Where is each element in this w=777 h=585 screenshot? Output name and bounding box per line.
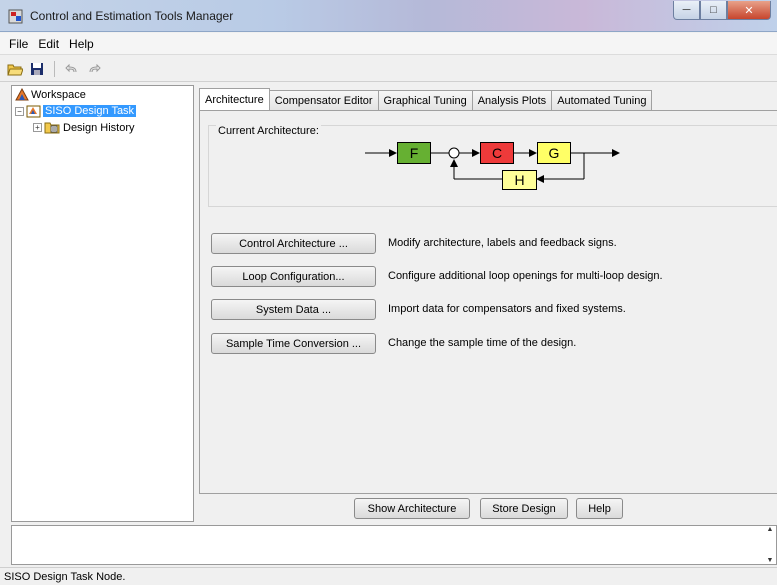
tab-architecture[interactable]: Architecture (199, 88, 270, 110)
menu-file[interactable]: File (4, 37, 33, 51)
undo-button[interactable] (63, 60, 81, 78)
minimize-button[interactable]: ─ (673, 1, 700, 20)
redo-button[interactable] (85, 60, 103, 78)
close-icon: ✕ (744, 4, 754, 17)
system-data-button[interactable]: System Data ... (211, 299, 376, 320)
tab-automated-tuning[interactable]: Automated Tuning (551, 90, 653, 110)
window-title: Control and Estimation Tools Manager (30, 9, 234, 23)
tree-node-design-history[interactable]: + Design History (33, 121, 135, 134)
workspace-icon (15, 88, 29, 101)
block-c: C (480, 142, 514, 164)
tree-node-siso-task[interactable]: − SISO Design Task (15, 104, 137, 118)
control-architecture-button[interactable]: Control Architecture ... (211, 233, 376, 254)
menu-help[interactable]: Help (64, 37, 99, 51)
block-h: H (502, 170, 537, 190)
redo-icon (89, 63, 101, 72)
minimize-icon: ─ (682, 4, 691, 16)
maximize-icon: □ (710, 4, 717, 16)
block-f: F (397, 142, 431, 164)
bottom-button-bar: Show Architecture Store Design Help (199, 493, 777, 522)
sample-time-conversion-description: Change the sample time of the design. (388, 337, 577, 349)
close-button[interactable]: ✕ (727, 1, 771, 20)
expand-icon[interactable]: + (33, 123, 42, 132)
architecture-tab-content: Current Architecture: F C G H Control Ar… (199, 110, 777, 493)
tab-compensator-editor[interactable]: Compensator Editor (268, 90, 379, 110)
system-data-description: Import data for compensators and fixed s… (388, 303, 626, 315)
menu-bar: File Edit Help (0, 33, 777, 55)
block-h-label: H (514, 172, 525, 188)
status-text: SISO Design Task Node. (4, 570, 126, 583)
tree-label-siso-task: SISO Design Task (43, 105, 137, 117)
block-c-label: C (491, 145, 503, 161)
current-architecture-group: Current Architecture: F C G H (208, 125, 777, 207)
loop-configuration-description: Configure additional loop openings for m… (388, 270, 663, 282)
help-button[interactable]: Help (576, 498, 623, 519)
open-button[interactable] (6, 60, 24, 78)
siso-task-icon (26, 105, 41, 118)
window-frame (0, 82, 11, 567)
scroll-down-icon[interactable]: ▼ (767, 557, 774, 564)
loop-configuration-button[interactable]: Loop Configuration... (211, 266, 376, 287)
show-architecture-button[interactable]: Show Architecture (354, 498, 470, 519)
block-g: G (537, 142, 571, 164)
message-area[interactable]: ▲ ▼ (11, 525, 777, 565)
tree-label-design-history: Design History (63, 121, 135, 134)
tab-bar: Architecture Compensator Editor Graphica… (199, 88, 653, 110)
save-icon (31, 62, 43, 75)
architecture-diagram (365, 147, 620, 183)
toolbar (0, 56, 777, 82)
tree-node-workspace[interactable]: Workspace (15, 88, 86, 101)
tree-label-workspace: Workspace (31, 88, 86, 101)
summing-junction (448, 147, 460, 159)
menu-edit[interactable]: Edit (33, 37, 64, 51)
block-g-label: G (548, 145, 560, 161)
workspace-tree[interactable]: Workspace − SISO Design Task + Design Hi… (11, 85, 194, 522)
message-scrollbar[interactable]: ▲ ▼ (764, 526, 776, 564)
window-controls: ─ □ ✕ (673, 1, 771, 20)
status-bar: SISO Design Task Node. (0, 567, 777, 585)
scroll-up-icon[interactable]: ▲ (767, 526, 774, 533)
control-architecture-description: Modify architecture, labels and feedback… (388, 237, 617, 249)
app-icon (8, 9, 23, 24)
tab-analysis-plots[interactable]: Analysis Plots (471, 90, 553, 110)
store-design-button[interactable]: Store Design (480, 498, 568, 519)
toolbar-separator (54, 60, 55, 77)
maximize-button[interactable]: □ (700, 1, 727, 20)
undo-icon (65, 63, 77, 72)
open-folder-icon (7, 64, 23, 75)
save-button[interactable] (28, 60, 46, 78)
sample-time-conversion-button[interactable]: Sample Time Conversion ... (211, 333, 376, 354)
block-f-label: F (409, 145, 419, 161)
folder-icon (44, 122, 60, 134)
collapse-icon[interactable]: − (15, 106, 24, 116)
main-panel: Architecture Compensator Editor Graphica… (199, 85, 777, 522)
title-bar: Control and Estimation Tools Manager ─ □… (0, 0, 777, 32)
tab-graphical-tuning[interactable]: Graphical Tuning (377, 90, 473, 110)
